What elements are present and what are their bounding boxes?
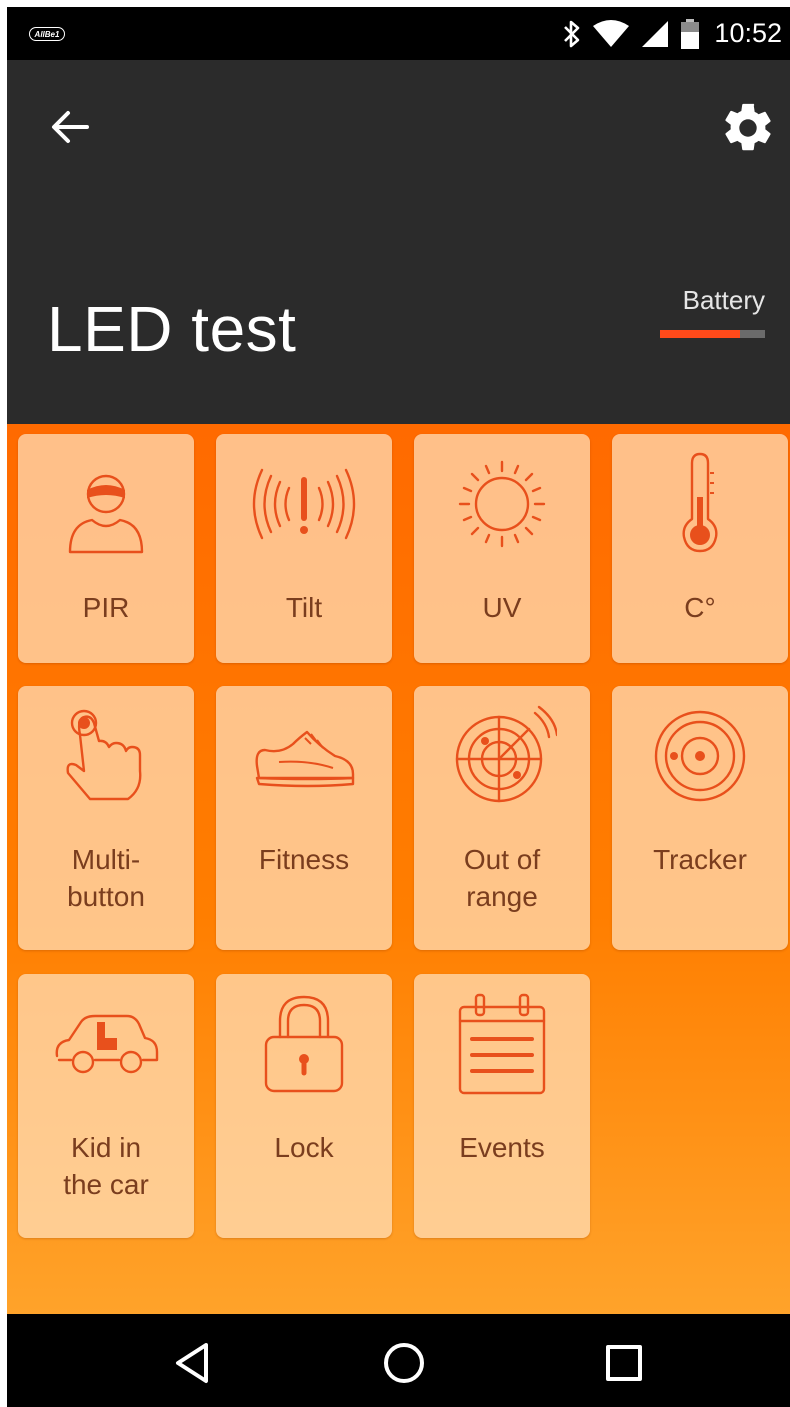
- tile-fitness[interactable]: Fitness: [216, 686, 392, 950]
- tile-out-of-range[interactable]: Out of range: [414, 686, 590, 950]
- wifi-icon: [593, 19, 630, 47]
- tile-lock[interactable]: Lock: [216, 974, 392, 1238]
- tile-label: PIR: [82, 592, 130, 623]
- tile-events[interactable]: Events: [414, 974, 590, 1238]
- arrow-left-icon: [52, 111, 89, 143]
- thermometer-icon: [612, 434, 788, 574]
- carrier-logo: AllBe1: [29, 27, 65, 41]
- battery-bar-fill: [660, 330, 740, 338]
- tile-label: Events: [459, 1132, 545, 1163]
- status-time: 10:52: [714, 18, 782, 48]
- battery-label: Battery: [682, 285, 765, 315]
- battery-indicator: Battery: [655, 285, 765, 338]
- tile-label: Multi- button: [67, 844, 145, 912]
- back-button[interactable]: [45, 102, 95, 152]
- circle-home-icon: [384, 1343, 424, 1383]
- sun-icon: [414, 434, 590, 574]
- tile-label: Fitness: [258, 844, 350, 875]
- bluetooth-icon: [564, 20, 580, 47]
- status-bar: AllBe1 10:52: [7, 7, 790, 60]
- navigation-bar: [7, 1314, 790, 1407]
- tile-label: Tilt: [285, 592, 323, 623]
- tile-pir[interactable]: PIR: [18, 434, 194, 663]
- square-recents-icon: [606, 1345, 642, 1381]
- tile-label: Tracker: [653, 844, 747, 875]
- calendar-icon: [414, 974, 590, 1114]
- tile-kid-in-car[interactable]: Kid in the car: [18, 974, 194, 1238]
- finger-press-icon: [18, 686, 194, 826]
- battery-bar: [660, 330, 765, 338]
- nav-recents-button[interactable]: [599, 1338, 649, 1388]
- tile-label: UV: [482, 592, 522, 623]
- tile-label: Out of range: [463, 844, 541, 912]
- tile-uv[interactable]: UV: [414, 434, 590, 663]
- target-icon: [612, 686, 788, 826]
- tile-multi-button[interactable]: Multi- button: [18, 686, 194, 950]
- app-bar: LED test Battery: [7, 60, 790, 424]
- car-child-seat-icon: [18, 974, 194, 1114]
- tile-temperature[interactable]: C°: [612, 434, 788, 663]
- vibration-alert-icon: [216, 434, 392, 574]
- status-icons: 10:52: [562, 7, 782, 60]
- nav-back-button[interactable]: [167, 1338, 217, 1388]
- page-title: LED test: [47, 293, 297, 365]
- sensor-grid-area: PIR Tilt UV C° Multi- button Fitness Out of ra…: [7, 424, 790, 1314]
- tile-label: Kid in the car: [63, 1132, 149, 1200]
- tile-label: Lock: [274, 1132, 334, 1163]
- sneaker-icon: [216, 686, 392, 826]
- phone-screen: AllBe1 10:52 LED test Battery PIR Tilt U…: [7, 7, 790, 1407]
- nav-home-button[interactable]: [379, 1338, 429, 1388]
- triangle-back-icon: [176, 1343, 208, 1383]
- tile-tracker[interactable]: Tracker: [612, 686, 788, 950]
- settings-button[interactable]: [718, 98, 778, 158]
- tile-tilt[interactable]: Tilt: [216, 434, 392, 663]
- signal-icon: [642, 20, 669, 47]
- radar-icon: [414, 686, 590, 826]
- gear-icon: [725, 103, 771, 151]
- tile-label: C°: [684, 592, 716, 623]
- battery-icon: [681, 18, 700, 49]
- padlock-icon: [216, 974, 392, 1114]
- masked-person-icon: [18, 442, 194, 582]
